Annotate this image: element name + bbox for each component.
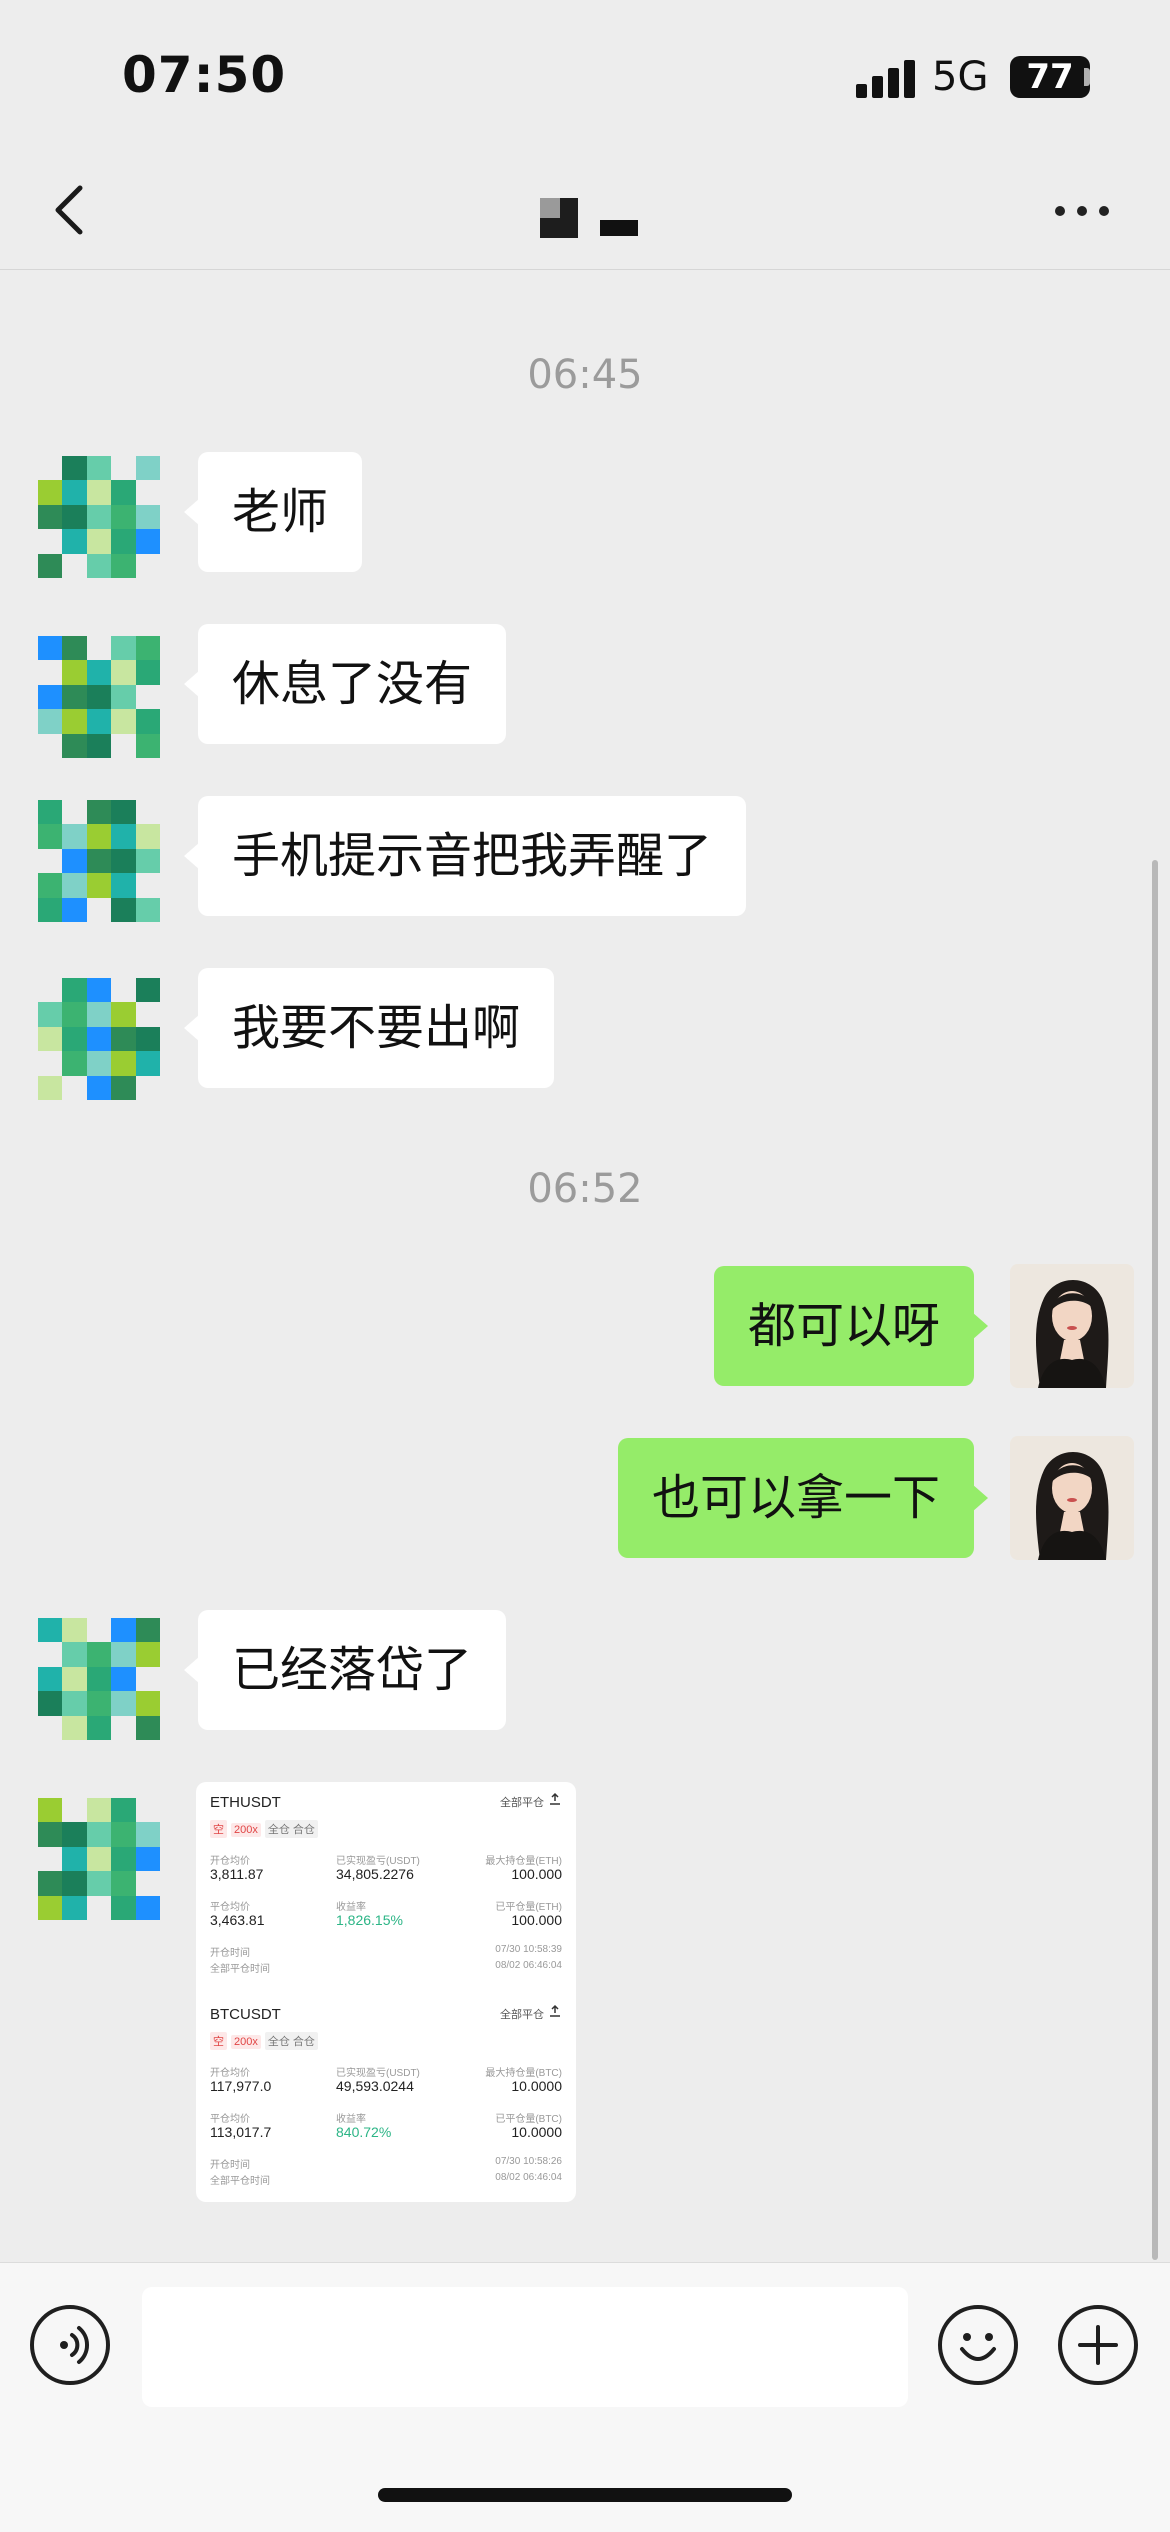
back-icon[interactable]	[42, 180, 102, 240]
plus-icon	[1078, 2325, 1118, 2365]
message-bubble-sent[interactable]: 也可以拿一下	[617, 1438, 989, 1558]
open-time: 07/30 10:58:26	[495, 2156, 562, 2167]
contact-avatar[interactable]	[38, 1798, 160, 1920]
open-avg: 3,811.87	[210, 1866, 264, 1882]
battery-tip	[1084, 68, 1090, 86]
share-icon	[550, 1792, 560, 1805]
voice-icon	[60, 2326, 90, 2364]
label: 已实现盈亏(USDT)	[336, 1856, 420, 1867]
close-time: 08/02 06:46:04	[495, 1960, 562, 1971]
share-icon	[550, 2004, 560, 2017]
label: 最大持仓量(BTC)	[485, 2068, 562, 2079]
trade-screenshot-image[interactable]: ETHUSDT 全部平仓 空 200x 全仓 合仓 开仓均价 3,811.87 已实…	[196, 1782, 576, 2202]
contact-avatar[interactable]	[38, 1618, 160, 1740]
max-position: 10.0000	[511, 2078, 562, 2094]
signal-icon	[856, 58, 916, 98]
label: 开仓均价	[210, 2068, 250, 2079]
label: 已实现盈亏(USDT)	[336, 2068, 420, 2079]
close-avg: 3,463.81	[210, 1912, 265, 1928]
portrait-icon	[1010, 1436, 1134, 1560]
contact-name-redacted	[540, 198, 640, 238]
message-bubble[interactable]: 手机提示音把我弄醒了	[183, 796, 747, 916]
symbol: ETHUSDT	[210, 1794, 281, 1811]
home-indicator[interactable]	[378, 2488, 792, 2502]
max-position: 100.000	[511, 1866, 562, 1882]
label: 最大持仓量(ETH)	[485, 1856, 562, 1867]
symbol: BTCUSDT	[210, 2006, 281, 2023]
close-all-label: 全部平仓	[500, 2009, 544, 2021]
voice-button[interactable]	[30, 2305, 110, 2385]
emoji-button[interactable]	[938, 2305, 1018, 2385]
message-bubble[interactable]: 已经落岱了	[183, 1610, 507, 1730]
contact-avatar[interactable]	[38, 636, 160, 758]
open-avg: 117,977.0	[210, 2078, 272, 2094]
scrollbar[interactable]	[1152, 860, 1158, 2260]
closed-amount: 100.000	[511, 1912, 562, 1928]
status-bar: 07:50 5G 77	[0, 0, 1170, 150]
label: 开仓均价	[210, 1856, 250, 1867]
close-all-label: 全部平仓	[500, 1797, 544, 1809]
my-avatar[interactable]	[1010, 1436, 1134, 1560]
message-bubble-sent[interactable]: 都可以呀	[713, 1266, 989, 1386]
label: 全部平仓时间	[210, 2176, 270, 2187]
close-time: 08/02 06:46:04	[495, 2172, 562, 2183]
timestamp: 06:52	[527, 1166, 643, 1212]
emoji-icon	[960, 2333, 996, 2361]
message-bubble[interactable]: 休息了没有	[183, 624, 507, 744]
pnl: 34,805.2276	[336, 1866, 414, 1882]
portrait-icon	[1010, 1264, 1134, 1388]
contact-avatar[interactable]	[38, 456, 160, 578]
label: 平仓均价	[210, 2114, 250, 2125]
position-tags: 空 200x 全仓 合仓	[210, 2032, 322, 2050]
message-bubble[interactable]: 老师	[183, 452, 363, 572]
label: 平仓均价	[210, 1902, 250, 1913]
label: 全部平仓时间	[210, 1964, 270, 1975]
message-input[interactable]	[142, 2287, 908, 2407]
label: 开仓时间	[210, 1948, 250, 1959]
label: 收益率	[336, 2114, 366, 2125]
label: 已平仓量(ETH)	[495, 1902, 562, 1913]
my-avatar[interactable]	[1010, 1264, 1134, 1388]
position-tags: 空 200x 全仓 合仓	[210, 1820, 322, 1838]
timestamp: 06:45	[527, 352, 643, 398]
more-icon[interactable]	[1055, 200, 1115, 220]
open-time: 07/30 10:58:39	[495, 1944, 562, 1955]
message-bubble[interactable]: 我要不要出啊	[183, 968, 555, 1088]
position-btc: BTCUSDT 全部平仓 空 200x 全仓 合仓 开仓均价 117,977.0 已…	[210, 2004, 562, 2196]
pnl: 49,593.0244	[336, 2078, 414, 2094]
status-time: 07:50	[122, 46, 287, 104]
roi: 1,826.15%	[336, 1912, 403, 1928]
position-eth: ETHUSDT 全部平仓 空 200x 全仓 合仓 开仓均价 3,811.87 已实…	[210, 1792, 562, 1984]
roi: 840.72%	[336, 2124, 392, 2140]
plus-button[interactable]	[1058, 2305, 1138, 2385]
contact-avatar[interactable]	[38, 978, 160, 1100]
battery-icon: 77	[1010, 56, 1090, 98]
closed-amount: 10.0000	[511, 2124, 562, 2140]
contact-avatar[interactable]	[38, 800, 160, 922]
close-avg: 113,017.7	[210, 2124, 272, 2140]
label: 收益率	[336, 1902, 366, 1913]
chat-header	[0, 150, 1170, 270]
label: 已平仓量(BTC)	[495, 2114, 562, 2125]
network-type: 5G	[932, 54, 989, 100]
label: 开仓时间	[210, 2160, 250, 2171]
